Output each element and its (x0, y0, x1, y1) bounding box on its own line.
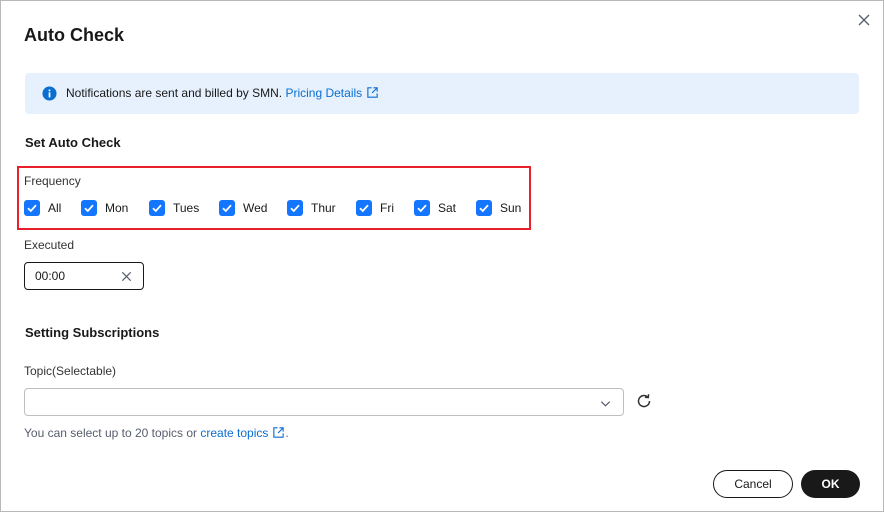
checkbox-checked-icon (219, 200, 235, 216)
checkbox-sun[interactable]: Sun (476, 200, 521, 216)
checkbox-checked-icon (149, 200, 165, 216)
topic-hint: You can select up to 20 topics or create… (24, 426, 289, 440)
set-auto-check-heading: Set Auto Check (25, 135, 121, 150)
hint-prefix: You can select up to 20 topics or (24, 426, 198, 440)
checkbox-mon[interactable]: Mon (81, 200, 128, 216)
chevron-down-icon (600, 401, 611, 407)
info-icon (42, 86, 57, 101)
notice-text: Notifications are sent and billed by SMN… (66, 86, 379, 101)
notice-banner: Notifications are sent and billed by SMN… (25, 73, 859, 114)
checkbox-checked-icon (356, 200, 372, 216)
ok-button[interactable]: OK (801, 470, 860, 498)
checkbox-label: Sun (500, 201, 522, 215)
checkbox-thur[interactable]: Thur (287, 200, 336, 216)
checkbox-checked-icon (476, 200, 492, 216)
checkbox-all[interactable]: All (24, 200, 61, 216)
checkbox-tues[interactable]: Tues (149, 200, 199, 216)
create-topics-link[interactable]: create topics (200, 426, 285, 440)
notice-message: Notifications are sent and billed by SMN… (66, 86, 283, 100)
executed-label: Executed (24, 238, 75, 252)
topic-label: Topic(Selectable) (24, 364, 117, 378)
setting-subscriptions-heading: Setting Subscriptions (25, 325, 160, 340)
cancel-button[interactable]: Cancel (713, 470, 793, 498)
checkbox-checked-icon (81, 200, 97, 216)
topic-select[interactable] (24, 388, 624, 416)
checkbox-label: Thur (311, 201, 336, 215)
checkbox-label: Tues (173, 201, 200, 215)
checkbox-label: All (48, 201, 62, 215)
clear-icon[interactable] (120, 270, 133, 283)
refresh-icon[interactable] (635, 392, 653, 410)
auto-check-dialog: Auto Check Notifications are sent and bi… (0, 0, 884, 512)
checkbox-checked-icon (287, 200, 303, 216)
frequency-highlight-box (17, 166, 531, 230)
pricing-details-link[interactable]: Pricing Details (285, 86, 379, 100)
checkbox-label: Wed (243, 201, 268, 215)
checkbox-fri[interactable]: Fri (356, 200, 394, 216)
pricing-details-label: Pricing Details (285, 86, 363, 100)
hint-suffix: . (285, 426, 289, 440)
checkbox-label: Mon (105, 201, 129, 215)
checkbox-checked-icon (414, 200, 430, 216)
external-link-icon (273, 427, 285, 438)
checkbox-label: Fri (380, 201, 394, 215)
checkbox-label: Sat (438, 201, 457, 215)
checkbox-checked-icon (24, 200, 40, 216)
dialog-title: Auto Check (24, 25, 125, 45)
executed-time-input[interactable]: 00:00 (24, 262, 144, 290)
frequency-label: Frequency (24, 174, 81, 188)
create-topics-label: create topics (200, 426, 269, 440)
external-link-icon (367, 87, 378, 98)
checkbox-wed[interactable]: Wed (219, 200, 267, 216)
executed-time-value: 00:00 (35, 269, 66, 283)
close-icon[interactable] (856, 12, 872, 28)
checkbox-sat[interactable]: Sat (414, 200, 456, 216)
